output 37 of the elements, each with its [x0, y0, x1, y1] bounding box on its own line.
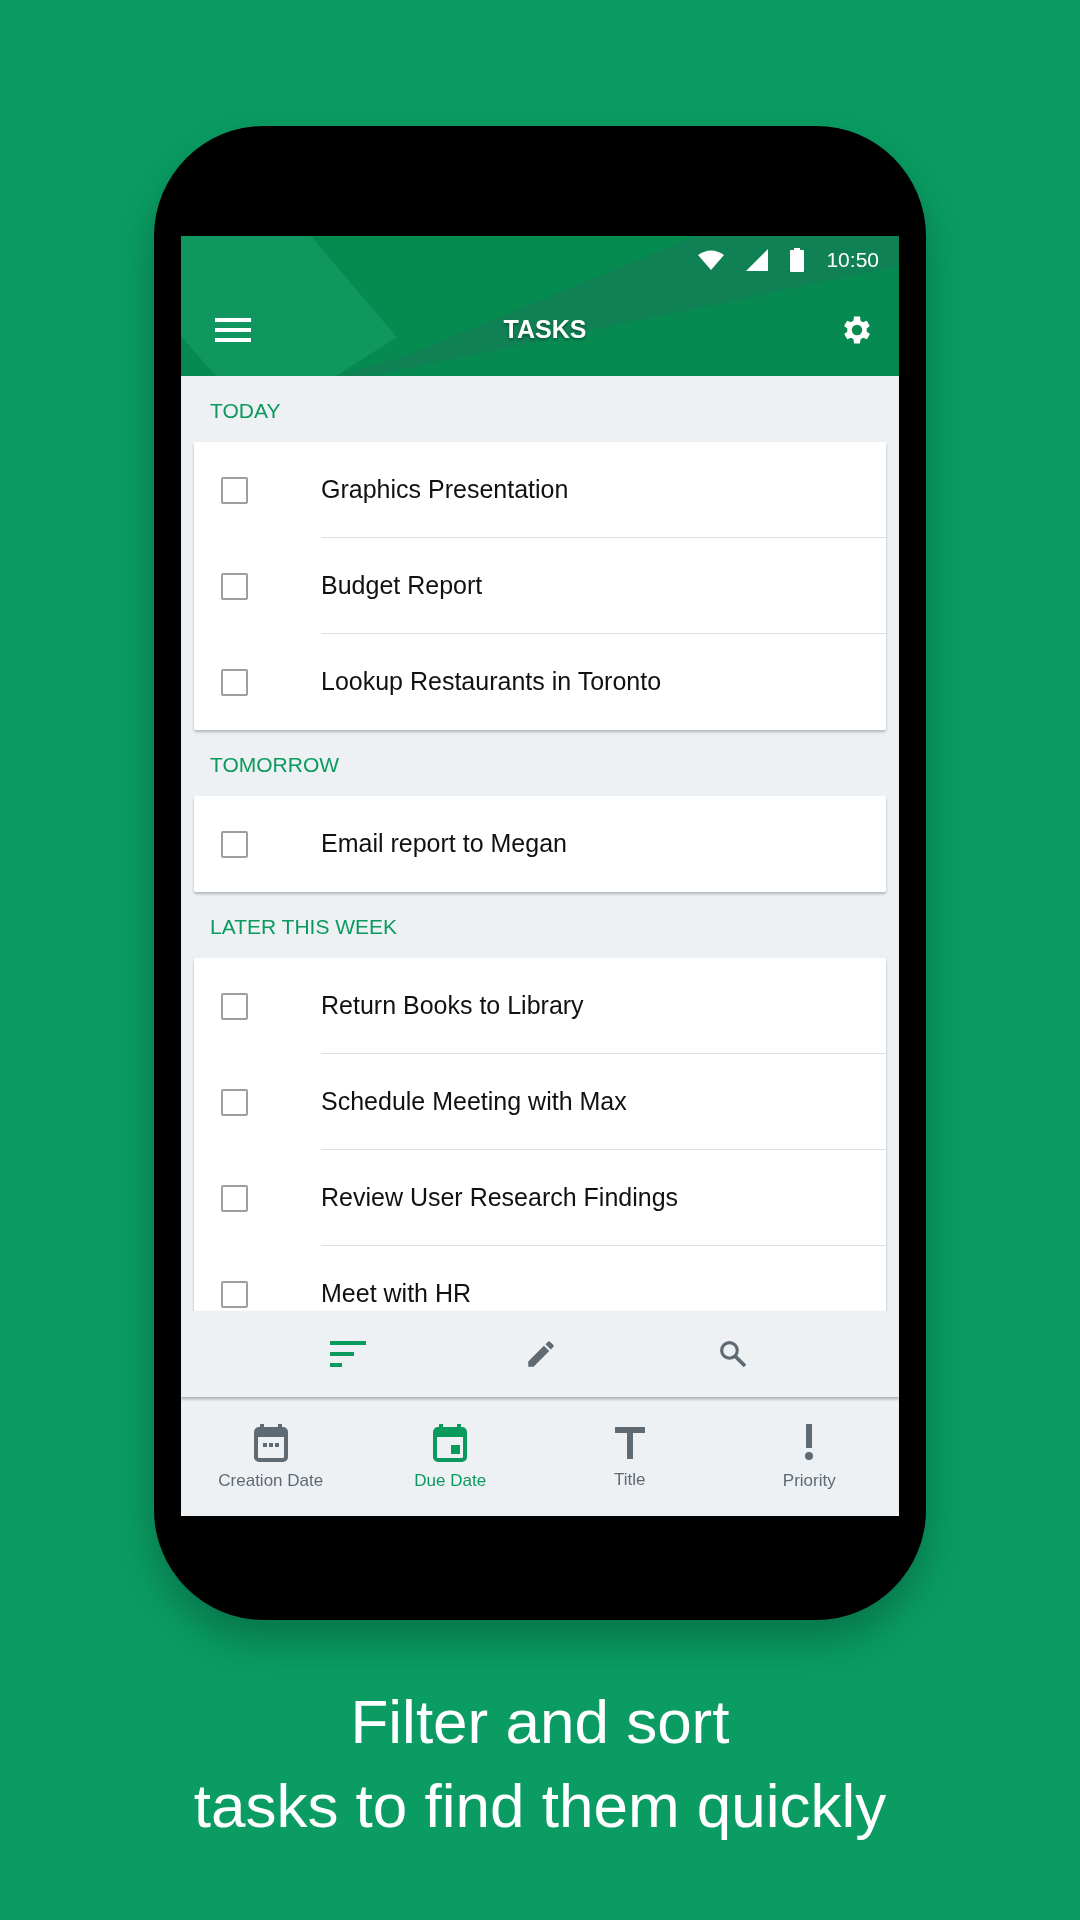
checkbox[interactable]	[221, 668, 248, 696]
priority-icon	[804, 1423, 815, 1462]
task-title: Meet with HR	[321, 1278, 472, 1310]
caption: Filter and sort tasks to find them quickly	[193, 1686, 887, 1842]
sort-button[interactable]	[330, 1341, 366, 1367]
task-title: Email report to Megan	[321, 828, 567, 860]
checkbox[interactable]	[221, 830, 248, 858]
menu-icon	[215, 318, 251, 342]
checkbox[interactable]	[221, 1088, 248, 1116]
task-title: Graphics Presentation	[321, 473, 569, 505]
task-title: Review User Research Findings	[321, 1181, 679, 1213]
nav-tab[interactable]: Due Date	[360, 1415, 540, 1502]
checkbox[interactable]	[221, 572, 248, 600]
nav-tab[interactable]: Title	[540, 1416, 720, 1501]
calendar-icon	[433, 1423, 468, 1462]
task-title: Return Books to Library	[321, 989, 584, 1021]
nav-tab[interactable]: Priority	[719, 1415, 899, 1502]
signal-icon	[746, 249, 769, 271]
task-title: Schedule Meeting with Max	[321, 1085, 627, 1117]
battery-icon	[790, 248, 805, 272]
wifi-icon	[698, 250, 725, 270]
title-icon	[614, 1424, 645, 1461]
checkbox[interactable]	[221, 992, 248, 1020]
section-header: TODAY	[209, 398, 282, 425]
section-header: LATER THIS WEEK	[209, 914, 399, 941]
checkbox[interactable]	[221, 1280, 248, 1308]
app-title: TASKS	[503, 314, 587, 346]
nav-tab[interactable]: Creation Date	[181, 1415, 361, 1502]
task-title: Budget Report	[321, 569, 483, 601]
sort-icon	[330, 1341, 366, 1367]
section-header: TOMORROW	[209, 752, 341, 779]
status-time: 10:50	[826, 247, 879, 274]
calendar-icon	[253, 1423, 288, 1462]
menu-button[interactable]	[215, 318, 251, 342]
checkbox[interactable]	[221, 476, 248, 504]
task-title: Lookup Restaurants in Toronto	[321, 666, 662, 698]
checkbox[interactable]	[221, 1184, 248, 1212]
